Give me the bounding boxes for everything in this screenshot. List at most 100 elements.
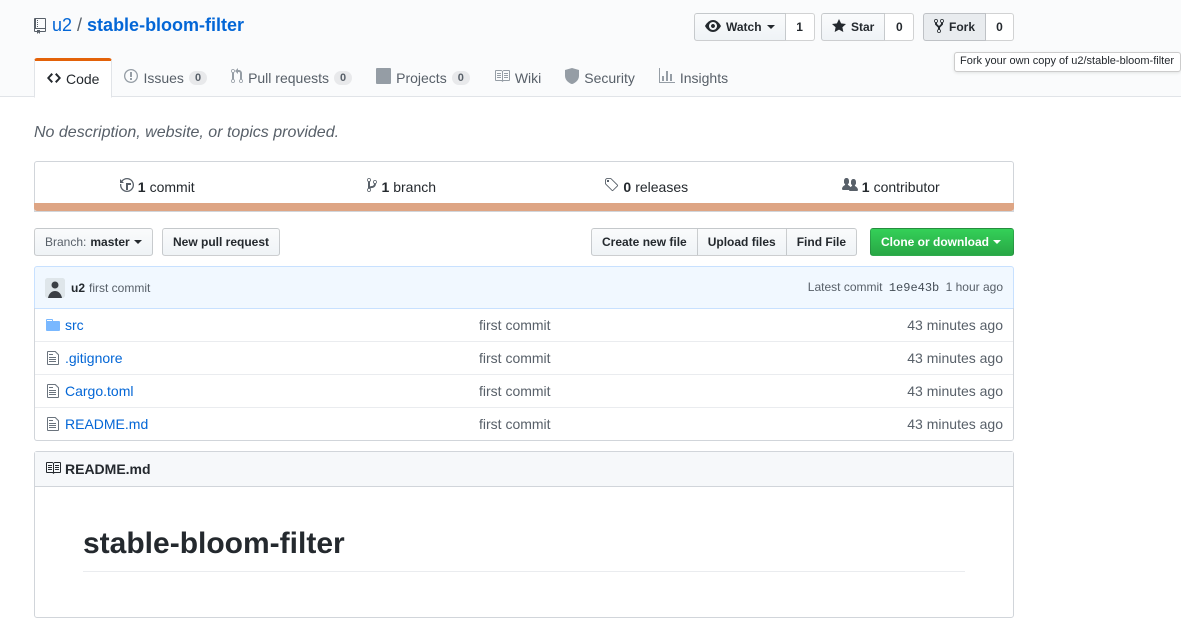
file-name-link[interactable]: README.md <box>65 416 479 432</box>
file-commit-message[interactable]: first commit <box>479 317 551 333</box>
new-pr-group: New pull request <box>162 228 281 256</box>
star-icon <box>832 18 846 37</box>
commit-message-link[interactable]: first commit <box>89 281 150 295</box>
commits-label: commit <box>149 178 195 195</box>
file-icon <box>45 350 61 366</box>
tab-issues[interactable]: Issues 0 <box>112 58 219 97</box>
folder-icon <box>45 317 61 333</box>
clone-or-download-button[interactable]: Clone or download <box>870 228 1014 256</box>
chevron-down-icon <box>766 25 775 29</box>
language-bar[interactable] <box>34 203 1014 211</box>
clone-label: Clone or download <box>881 235 989 249</box>
code-icon <box>47 70 61 89</box>
star-label: Star <box>851 20 875 34</box>
chevron-down-icon <box>133 240 142 244</box>
branches-count: 1 <box>381 178 390 195</box>
project-icon <box>376 68 392 87</box>
graph-icon <box>658 68 675 87</box>
find-file-button[interactable]: Find File <box>786 228 858 256</box>
tab-code-label: Code <box>66 71 100 87</box>
file-commit-message[interactable]: first commit <box>479 350 551 366</box>
latest-commit-bar: u2 first commit Latest commit 1e9e43b 1 … <box>34 266 1014 309</box>
fork-tooltip: Fork your own copy of u2/stable-bloom-fi… <box>954 52 1181 72</box>
file-name-link[interactable]: .gitignore <box>65 350 479 366</box>
fork-count[interactable]: 0 <box>986 13 1015 41</box>
branch-prefix: Branch: <box>45 235 87 249</box>
table-row: .gitignore first commit 43 minutes ago <box>35 341 1013 374</box>
branch-select-button[interactable]: Branch: master <box>34 228 153 256</box>
table-row: Cargo.toml first commit 43 minutes ago <box>35 374 1013 407</box>
repo-owner-link[interactable]: u2 <box>52 15 72 36</box>
commit-author-link[interactable]: u2 <box>71 281 85 295</box>
repo-name-link[interactable]: stable-bloom-filter <box>87 15 244 36</box>
table-row: README.md first commit 43 minutes ago <box>35 407 1013 440</box>
tab-security-label: Security <box>584 69 635 86</box>
fork-label: Fork <box>949 20 976 34</box>
table-row: src first commit 43 minutes ago <box>35 308 1013 341</box>
repo-icon <box>34 17 46 34</box>
contributors-label: contributor <box>873 178 940 195</box>
tab-pull-requests[interactable]: Pull requests 0 <box>219 58 364 97</box>
commits-count: 1 <box>137 178 146 195</box>
upload-files-button[interactable]: Upload files <box>697 228 787 256</box>
file-age: 43 minutes ago <box>907 416 1003 432</box>
tab-pull-requests-label: Pull requests <box>248 69 329 86</box>
watch-label: Watch <box>726 20 762 34</box>
watch-button[interactable]: Watch <box>694 13 786 41</box>
tab-projects[interactable]: Projects 0 <box>364 58 482 97</box>
repo-nav-tabs: Code Issues 0 Pull requests 0 Projects 0… <box>34 58 740 98</box>
file-icon <box>45 416 61 432</box>
new-pull-request-button[interactable]: New pull request <box>162 228 281 256</box>
tab-wiki[interactable]: Wiki <box>482 58 553 97</box>
readme-filename: README.md <box>65 461 151 477</box>
pull-request-icon <box>231 68 244 87</box>
tab-issues-label: Issues <box>143 69 184 86</box>
repo-title: u2 / stable-bloom-filter <box>34 15 244 36</box>
book-icon <box>494 68 510 87</box>
branch-icon <box>367 177 378 196</box>
star-button[interactable]: Star <box>821 13 886 41</box>
clone-group: Clone or download <box>870 228 1014 256</box>
releases-label: releases <box>635 178 689 195</box>
file-age: 43 minutes ago <box>907 316 1003 333</box>
pull-requests-counter: 0 <box>334 70 353 85</box>
branch-name: master <box>90 235 130 249</box>
commit-sha-link[interactable]: 1e9e43b <box>889 281 939 295</box>
file-commit-message[interactable]: first commit <box>479 416 551 432</box>
tab-wiki-label: Wiki <box>514 69 542 86</box>
readme-heading: stable-bloom-filter <box>83 527 965 572</box>
readme-panel: README.md stable-bloom-filter <box>34 451 1014 618</box>
chevron-down-icon <box>993 240 1001 244</box>
star-count[interactable]: 0 <box>885 13 915 41</box>
fork-button[interactable]: Fork <box>923 13 987 41</box>
file-commit-message[interactable]: first commit <box>479 383 551 399</box>
latest-commit-info: Latest commit 1e9e43b 1 hour ago <box>808 280 1003 295</box>
readme-header: README.md <box>35 452 1013 487</box>
file-name-link[interactable]: src <box>65 317 479 333</box>
book-icon <box>45 460 61 479</box>
repo-separator: / <box>77 15 83 35</box>
branch-select-group: Branch: master <box>34 228 153 256</box>
file-age: 43 minutes ago <box>907 383 1003 399</box>
file-list: src first commit 43 minutes ago .gitigno… <box>34 308 1014 441</box>
tag-icon <box>604 177 619 196</box>
watch-group: Watch 1 <box>694 13 815 41</box>
latest-commit-prefix: Latest commit <box>807 280 883 294</box>
issue-icon <box>124 68 139 87</box>
avatar[interactable] <box>45 277 65 298</box>
tab-insights[interactable]: Insights <box>647 58 740 97</box>
star-group: Star 0 <box>821 13 915 41</box>
tab-insights-label: Insights <box>679 69 729 86</box>
file-name-link[interactable]: Cargo.toml <box>65 383 479 399</box>
create-new-file-button[interactable]: Create new file <box>591 228 698 256</box>
eye-icon <box>705 18 721 37</box>
tab-security[interactable]: Security <box>553 58 647 97</box>
file-icon <box>45 383 61 399</box>
latest-commit-age: 1 hour ago <box>945 280 1003 294</box>
tab-projects-label: Projects <box>396 69 447 86</box>
tab-code[interactable]: Code <box>34 58 113 98</box>
history-icon <box>119 177 134 196</box>
repo-description: No description, website, or topics provi… <box>34 124 340 141</box>
issues-counter: 0 <box>188 70 208 85</box>
watch-count[interactable]: 1 <box>785 13 815 41</box>
